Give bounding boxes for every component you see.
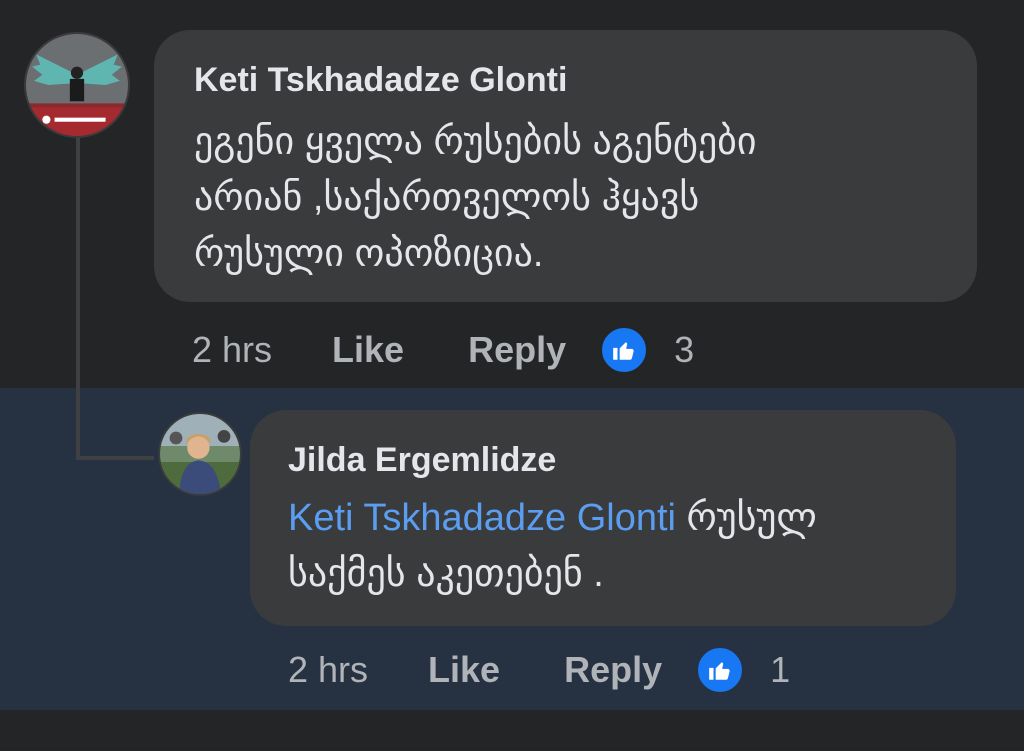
reply-avatar[interactable]: [158, 412, 242, 496]
reply-reply-button[interactable]: Reply: [564, 649, 662, 691]
reply-button[interactable]: Reply: [468, 329, 566, 371]
thread-connector-line: [76, 138, 154, 460]
reply-text-line2: საქმეს აკეთებენ .: [288, 553, 604, 595]
comment-text: ეგენი ყველა რუსების აგენტები არიან ,საქა…: [194, 121, 757, 275]
reply-bubble: Jilda Ergemlidze Keti Tskhadadze Glonti …: [250, 410, 956, 626]
reply-text: Keti Tskhadadze Glonti რუსულ საქმეს აკეთე…: [288, 490, 918, 602]
comment-actions: 2 hrs Like Reply 3: [192, 324, 694, 376]
thumbs-up-icon[interactable]: [696, 646, 745, 694]
profile-photo-icon: [26, 34, 128, 136]
comment-author[interactable]: Keti Tskhadadze Glonti: [194, 60, 937, 100]
reply-author[interactable]: Jilda Ergemlidze: [288, 440, 918, 480]
reply-timestamp[interactable]: 2 hrs: [288, 649, 368, 691]
reply-text-line1: რუსულ: [675, 497, 817, 539]
mention-link[interactable]: Keti Tskhadadze Glonti: [288, 497, 676, 539]
comment-bubble: Keti Tskhadadze Glonti ეგენი ყველა რუსებ…: [154, 30, 977, 302]
reply-actions: 2 hrs Like Reply 1: [288, 644, 790, 696]
profile-photo-icon: [160, 414, 240, 494]
like-button[interactable]: Like: [332, 329, 404, 371]
reply-reaction-count[interactable]: 1: [770, 649, 790, 691]
reaction-count[interactable]: 3: [674, 329, 694, 371]
avatar[interactable]: [24, 32, 130, 138]
comment-timestamp[interactable]: 2 hrs: [192, 329, 272, 371]
bottom-strip: [0, 710, 1024, 751]
reply-like-button[interactable]: Like: [428, 649, 500, 691]
thumbs-up-icon[interactable]: [600, 326, 649, 374]
